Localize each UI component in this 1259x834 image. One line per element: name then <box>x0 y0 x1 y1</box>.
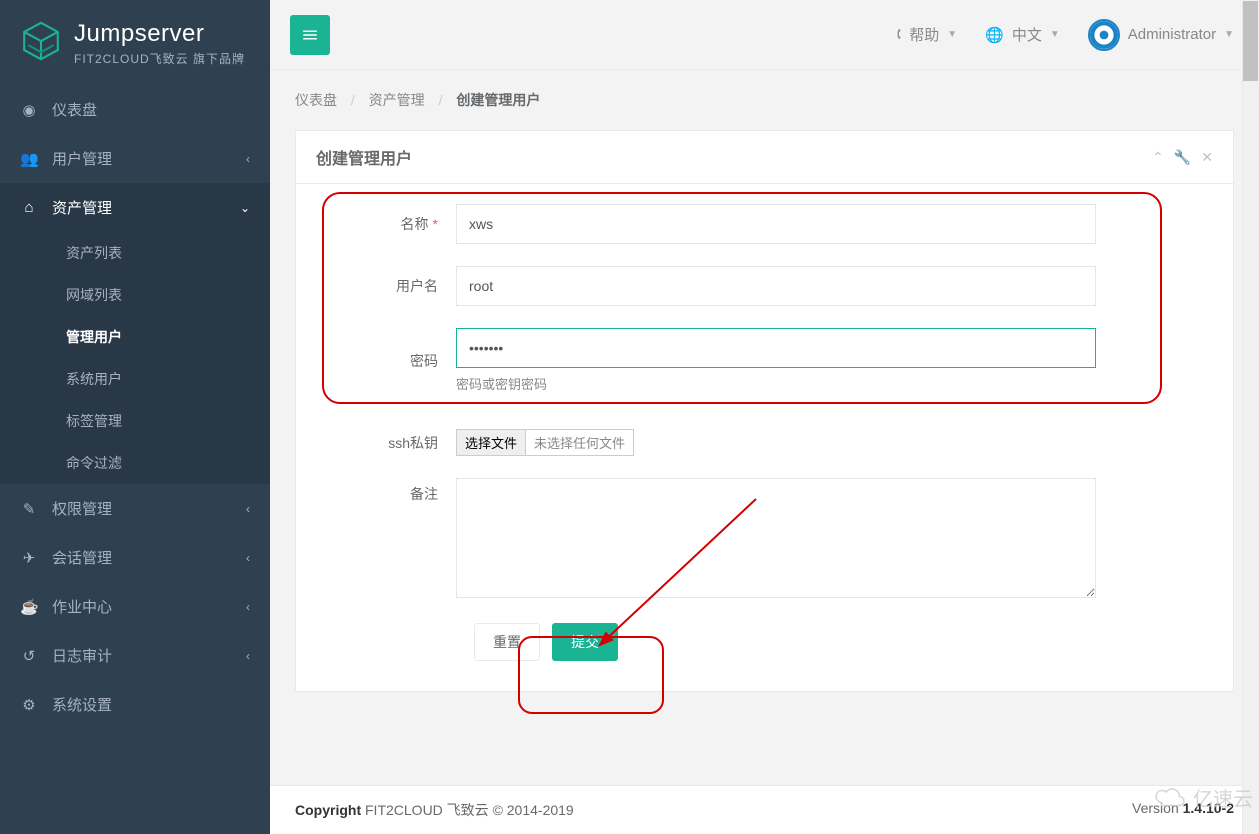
sidebar-item-label: 系统设置 <box>52 694 112 715</box>
sidebar: Jumpserver FIT2CLOUD飞致云 旗下品牌 ◉ 仪表盘 👥 用户管理 ‹… <box>0 0 270 834</box>
panel: 创建管理用户 ⌃ 🔧 ✕ 名称* 用户名 <box>295 130 1234 692</box>
sidebar-sub-cmd-filter[interactable]: 命令过滤 <box>0 442 270 484</box>
collapse-icon[interactable]: ⌃ <box>1152 149 1164 166</box>
sidebar-item-label: 作业中心 <box>52 596 112 617</box>
panel-header: 创建管理用户 ⌃ 🔧 ✕ <box>296 131 1233 184</box>
file-status: 未选择任何文件 <box>526 429 634 456</box>
edit-icon: ✎ <box>20 500 38 518</box>
username-input[interactable] <box>456 266 1096 306</box>
users-icon: 👥 <box>20 150 38 168</box>
sidebar-item-dashboard[interactable]: ◉ 仪表盘 <box>0 85 270 134</box>
sidebar-item-jobs[interactable]: ☕ 作业中心 ‹ <box>0 582 270 631</box>
caret-down-icon: ▼ <box>1050 29 1060 40</box>
panel-body: 名称* 用户名 密码 密码或密钥密码 <box>296 184 1233 691</box>
bars-icon <box>301 26 319 44</box>
caret-down-icon: ▼ <box>1224 29 1234 40</box>
scrollbar-thumb[interactable] <box>1243 1 1258 81</box>
support-icon: 🕻 <box>897 26 902 43</box>
sidebar-sub-system-user[interactable]: 系统用户 <box>0 358 270 400</box>
breadcrumb-current: 创建管理用户 <box>456 92 540 108</box>
help-label: 帮助 <box>909 24 939 45</box>
sidebar-item-label: 用户管理 <box>52 148 112 169</box>
inbox-icon: ⌂ <box>20 199 38 216</box>
chevron-left-icon: ‹ <box>246 551 250 565</box>
topbar: 🕻 帮助 ▼ 🌐 中文 ▼ Administrator ▼ <box>270 0 1259 70</box>
logo-area: Jumpserver FIT2CLOUD飞致云 旗下品牌 <box>0 0 270 85</box>
sidebar-item-users[interactable]: 👥 用户管理 ‹ <box>0 134 270 183</box>
breadcrumb: 仪表盘 / 资产管理 / 创建管理用户 <box>270 70 1259 130</box>
breadcrumb-root[interactable]: 仪表盘 <box>295 92 337 108</box>
choose-file-button[interactable]: 选择文件 <box>456 429 526 456</box>
main: 🕻 帮助 ▼ 🌐 中文 ▼ Administrator ▼ <box>270 0 1259 834</box>
toggle-sidebar-button[interactable] <box>290 15 330 55</box>
sidebar-item-perms[interactable]: ✎ 权限管理 ‹ <box>0 484 270 533</box>
reset-button[interactable]: 重置 <box>474 623 540 661</box>
main-menu: ◉ 仪表盘 👥 用户管理 ‹ ⌂ 资产管理 ⌄ 资产列表 网域列表 管理用户 系统用户 标… <box>0 85 270 729</box>
breadcrumb-sep: / <box>351 92 355 108</box>
chevron-down-icon: ⌄ <box>240 201 250 215</box>
sidebar-item-audit[interactable]: ↺ 日志审计 ‹ <box>0 631 270 680</box>
product-name: Jumpserver <box>74 20 245 48</box>
sidebar-item-label: 资产管理 <box>52 197 112 218</box>
footer-version-label: Version <box>1132 800 1179 816</box>
sidebar-sub-labels[interactable]: 标签管理 <box>0 400 270 442</box>
chevron-left-icon: ‹ <box>246 600 250 614</box>
password-help: 密码或密钥密码 <box>456 374 1193 393</box>
footer-version-value: 1.4.10-2 <box>1183 800 1234 816</box>
language-link[interactable]: 🌐 中文 ▼ <box>985 24 1060 45</box>
chevron-left-icon: ‹ <box>246 502 250 516</box>
note-textarea[interactable] <box>456 478 1096 598</box>
submit-button[interactable]: 提交 <box>552 623 618 661</box>
user-label: Administrator <box>1128 26 1216 43</box>
chevron-left-icon: ‹ <box>246 649 250 663</box>
note-label: 备注 <box>336 478 456 504</box>
sidebar-item-label: 仪表盘 <box>52 99 97 120</box>
scrollbar-track[interactable] <box>1242 0 1259 834</box>
help-link[interactable]: 🕻 帮助 ▼ <box>897 24 957 45</box>
history-icon: ↺ <box>20 647 38 665</box>
breadcrumb-sep: / <box>439 92 443 108</box>
sidebar-item-sessions[interactable]: ✈ 会话管理 ‹ <box>0 533 270 582</box>
logo-icon <box>20 20 62 62</box>
close-icon[interactable]: ✕ <box>1201 149 1213 166</box>
username-label: 用户名 <box>336 276 456 296</box>
password-label: 密码 <box>336 351 456 371</box>
sidebar-item-label: 会话管理 <box>52 547 112 568</box>
avatar <box>1088 19 1120 51</box>
footer-copyright-label: Copyright <box>295 802 361 818</box>
submenu-assets: 资产列表 网域列表 管理用户 系统用户 标签管理 命令过滤 <box>0 232 270 484</box>
chevron-left-icon: ‹ <box>246 152 250 166</box>
sidebar-sub-admin-user[interactable]: 管理用户 <box>0 316 270 358</box>
rocket-icon: ✈ <box>20 549 38 567</box>
footer: Copyright FIT2CLOUD 飞致云 © 2014-2019 Vers… <box>270 785 1259 834</box>
name-label: 名称* <box>336 214 456 234</box>
sidebar-item-settings[interactable]: ⚙ 系统设置 <box>0 680 270 729</box>
name-input[interactable] <box>456 204 1096 244</box>
sidebar-item-assets[interactable]: ⌂ 资产管理 ⌄ <box>0 183 270 232</box>
sidebar-item-label: 日志审计 <box>52 645 112 666</box>
globe-icon: 🌐 <box>985 26 1004 44</box>
gear-icon: ⚙ <box>20 696 38 714</box>
caret-down-icon: ▼ <box>947 29 957 40</box>
lang-label: 中文 <box>1012 24 1042 45</box>
sidebar-sub-asset-list[interactable]: 资产列表 <box>0 232 270 274</box>
dashboard-icon: ◉ <box>20 101 38 119</box>
sidebar-sub-domain-list[interactable]: 网域列表 <box>0 274 270 316</box>
product-sub: FIT2CLOUD飞致云 旗下品牌 <box>74 50 245 67</box>
user-menu[interactable]: Administrator ▼ <box>1088 19 1234 51</box>
coffee-icon: ☕ <box>20 598 38 616</box>
sidebar-item-label: 权限管理 <box>52 498 112 519</box>
ssh-key-label: ssh私钥 <box>336 433 456 453</box>
footer-copyright-text: FIT2CLOUD 飞致云 © 2014-2019 <box>365 802 574 818</box>
panel-title: 创建管理用户 <box>316 145 412 169</box>
wrench-icon[interactable]: 🔧 <box>1174 149 1191 166</box>
panel-tools: ⌃ 🔧 ✕ <box>1152 149 1213 166</box>
breadcrumb-mid[interactable]: 资产管理 <box>369 92 425 108</box>
password-input[interactable] <box>456 328 1096 368</box>
